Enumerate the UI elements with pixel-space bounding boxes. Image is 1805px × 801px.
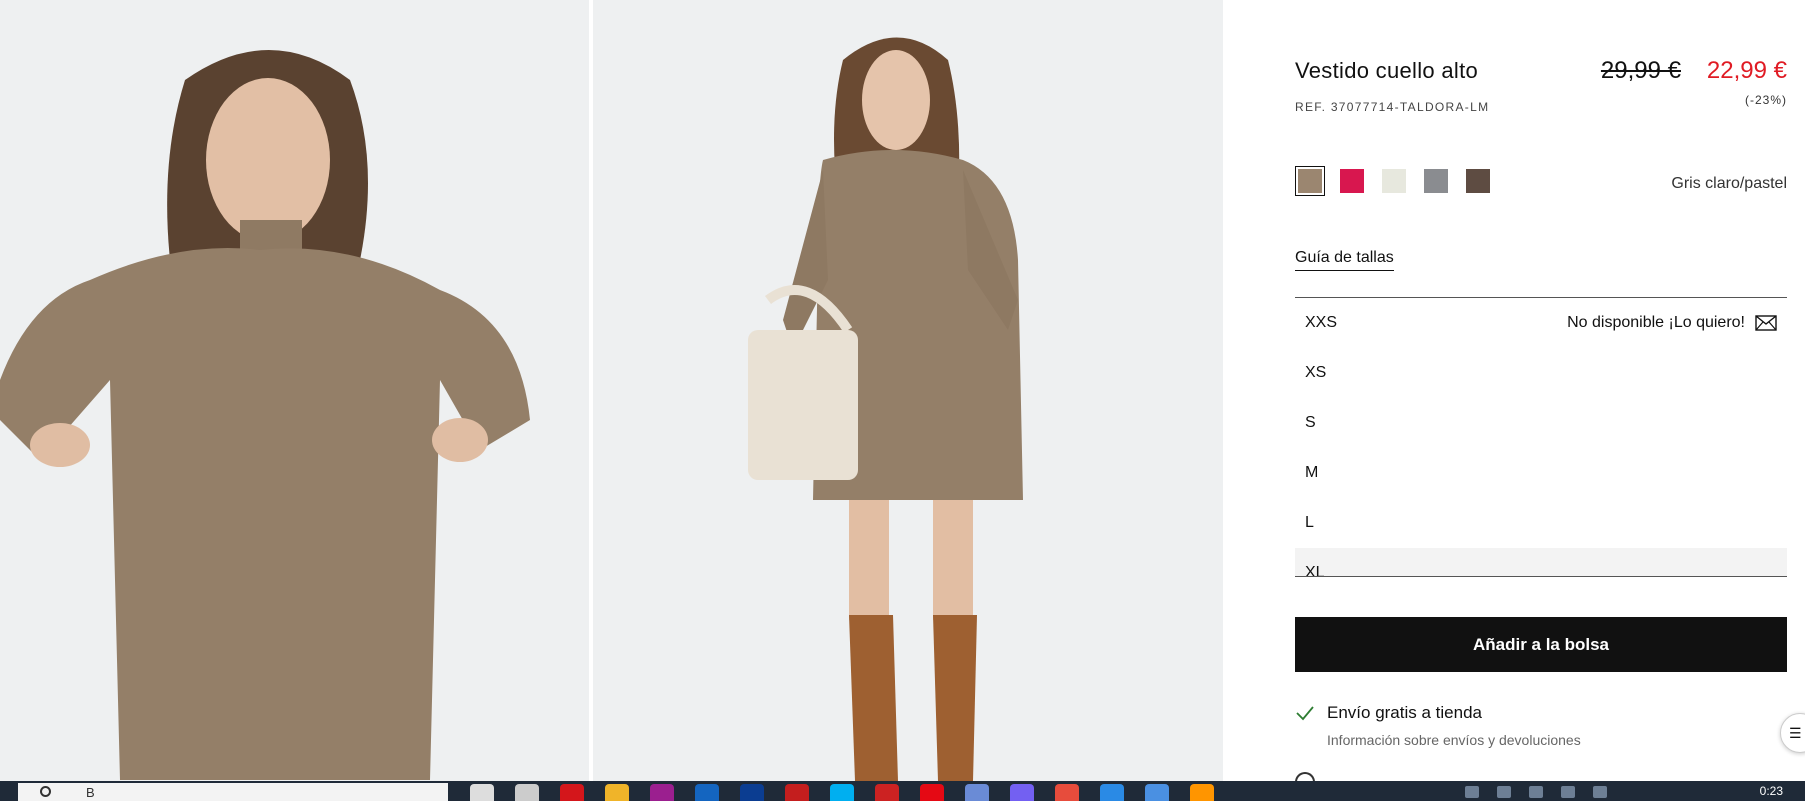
size-option-m[interactable]: M bbox=[1295, 448, 1787, 498]
size-option-s[interactable]: S bbox=[1295, 398, 1787, 448]
app-red-icon[interactable] bbox=[785, 784, 809, 801]
edge-icon[interactable] bbox=[1100, 784, 1124, 801]
size-label: XS bbox=[1305, 364, 1327, 381]
search-icon bbox=[40, 786, 51, 797]
firefox-icon[interactable] bbox=[1190, 784, 1214, 801]
app-x-icon[interactable] bbox=[1145, 784, 1169, 801]
availability-text: No disponible ¡Lo quiero! bbox=[1567, 314, 1745, 331]
size-label: M bbox=[1305, 464, 1319, 481]
chrome-icon[interactable] bbox=[1055, 784, 1079, 801]
swatch-chip bbox=[1340, 169, 1364, 193]
envelope-icon bbox=[1755, 315, 1777, 331]
size-label: XXS bbox=[1305, 314, 1338, 331]
model-photo-closeup bbox=[0, 0, 589, 781]
app-blue-icon[interactable] bbox=[695, 784, 719, 801]
system-tray bbox=[1465, 786, 1607, 798]
product-title: Vestido cuello alto bbox=[1295, 58, 1479, 83]
file-explorer-icon[interactable] bbox=[605, 784, 629, 801]
skype-icon[interactable] bbox=[830, 784, 854, 801]
netflix-icon[interactable] bbox=[920, 784, 944, 801]
swatch-chip bbox=[1424, 169, 1448, 193]
discount-badge: (-23%) bbox=[1744, 93, 1787, 107]
selected-color-name: Gris claro/pastel bbox=[1671, 175, 1787, 192]
size-option-xs[interactable]: XS bbox=[1295, 348, 1787, 398]
tray-icon[interactable] bbox=[1593, 786, 1607, 798]
app-doc-icon[interactable] bbox=[965, 784, 989, 801]
taskbar-clock[interactable]: 0:23 bbox=[1760, 784, 1783, 798]
size-label: L bbox=[1305, 514, 1314, 531]
shipping-row: Envío gratis a tienda bbox=[1295, 703, 1482, 723]
opera-icon[interactable] bbox=[560, 784, 584, 801]
color-swatch-cream[interactable] bbox=[1380, 167, 1408, 195]
original-price: 29,99 € bbox=[1600, 57, 1681, 84]
product-ref: REF. 37077714-TALDORA-LM bbox=[1295, 100, 1490, 114]
product-photo-front[interactable] bbox=[0, 0, 589, 781]
tray-icon[interactable] bbox=[1561, 786, 1575, 798]
color-swatches bbox=[1295, 166, 1492, 196]
taskbar-app-icons bbox=[470, 784, 1214, 801]
app-circle-icon[interactable] bbox=[875, 784, 899, 801]
taskbar: B 0:23 bbox=[0, 781, 1805, 801]
task-view-icon[interactable] bbox=[515, 784, 539, 801]
tray-icon[interactable] bbox=[1497, 786, 1511, 798]
free-shipping-label: Envío gratis a tienda bbox=[1327, 703, 1482, 722]
product-photo-full[interactable] bbox=[593, 0, 1223, 781]
model-photo-fullbody bbox=[593, 0, 1223, 781]
viber-icon[interactable] bbox=[1010, 784, 1034, 801]
shipping-info-link[interactable]: Información sobre envíos y devoluciones bbox=[1327, 732, 1581, 748]
check-icon bbox=[1296, 706, 1314, 721]
size-option-xl[interactable]: XL bbox=[1295, 548, 1787, 577]
notify-me[interactable]: No disponible ¡Lo quiero! bbox=[1567, 314, 1777, 332]
app-purple-icon[interactable] bbox=[650, 784, 674, 801]
tray-icon[interactable] bbox=[1529, 786, 1543, 798]
swatch-chip bbox=[1382, 169, 1406, 193]
size-label: S bbox=[1305, 414, 1316, 431]
color-swatch-grey[interactable] bbox=[1422, 167, 1450, 195]
swatch-chip bbox=[1298, 169, 1322, 193]
color-swatch-brown[interactable] bbox=[1464, 167, 1492, 195]
tray-icon[interactable] bbox=[1465, 786, 1479, 798]
add-to-bag-button[interactable]: Añadir a la bolsa bbox=[1295, 617, 1787, 672]
app-darkblue-icon[interactable] bbox=[740, 784, 764, 801]
size-list: XXS No disponible ¡Lo quiero! XS S M L X… bbox=[1295, 297, 1787, 577]
size-option-xxs[interactable]: XXS No disponible ¡Lo quiero! bbox=[1295, 298, 1787, 348]
search-app-icon[interactable] bbox=[470, 784, 494, 801]
size-label: XL bbox=[1305, 564, 1325, 577]
color-swatch-taupe[interactable] bbox=[1295, 166, 1325, 196]
size-option-l[interactable]: L bbox=[1295, 498, 1787, 548]
taskbar-search[interactable]: B bbox=[18, 783, 448, 801]
color-swatch-fuchsia[interactable] bbox=[1338, 167, 1366, 195]
product-info-panel: Vestido cuello alto REF. 37077714-TALDOR… bbox=[1295, 0, 1787, 792]
chat-icon: ☰ bbox=[1789, 724, 1802, 741]
swatch-chip bbox=[1466, 169, 1490, 193]
taskbar-search-text: B bbox=[86, 784, 95, 800]
sale-price: 22,99 € bbox=[1706, 57, 1787, 84]
size-guide-link[interactable]: Guía de tallas bbox=[1295, 249, 1394, 271]
